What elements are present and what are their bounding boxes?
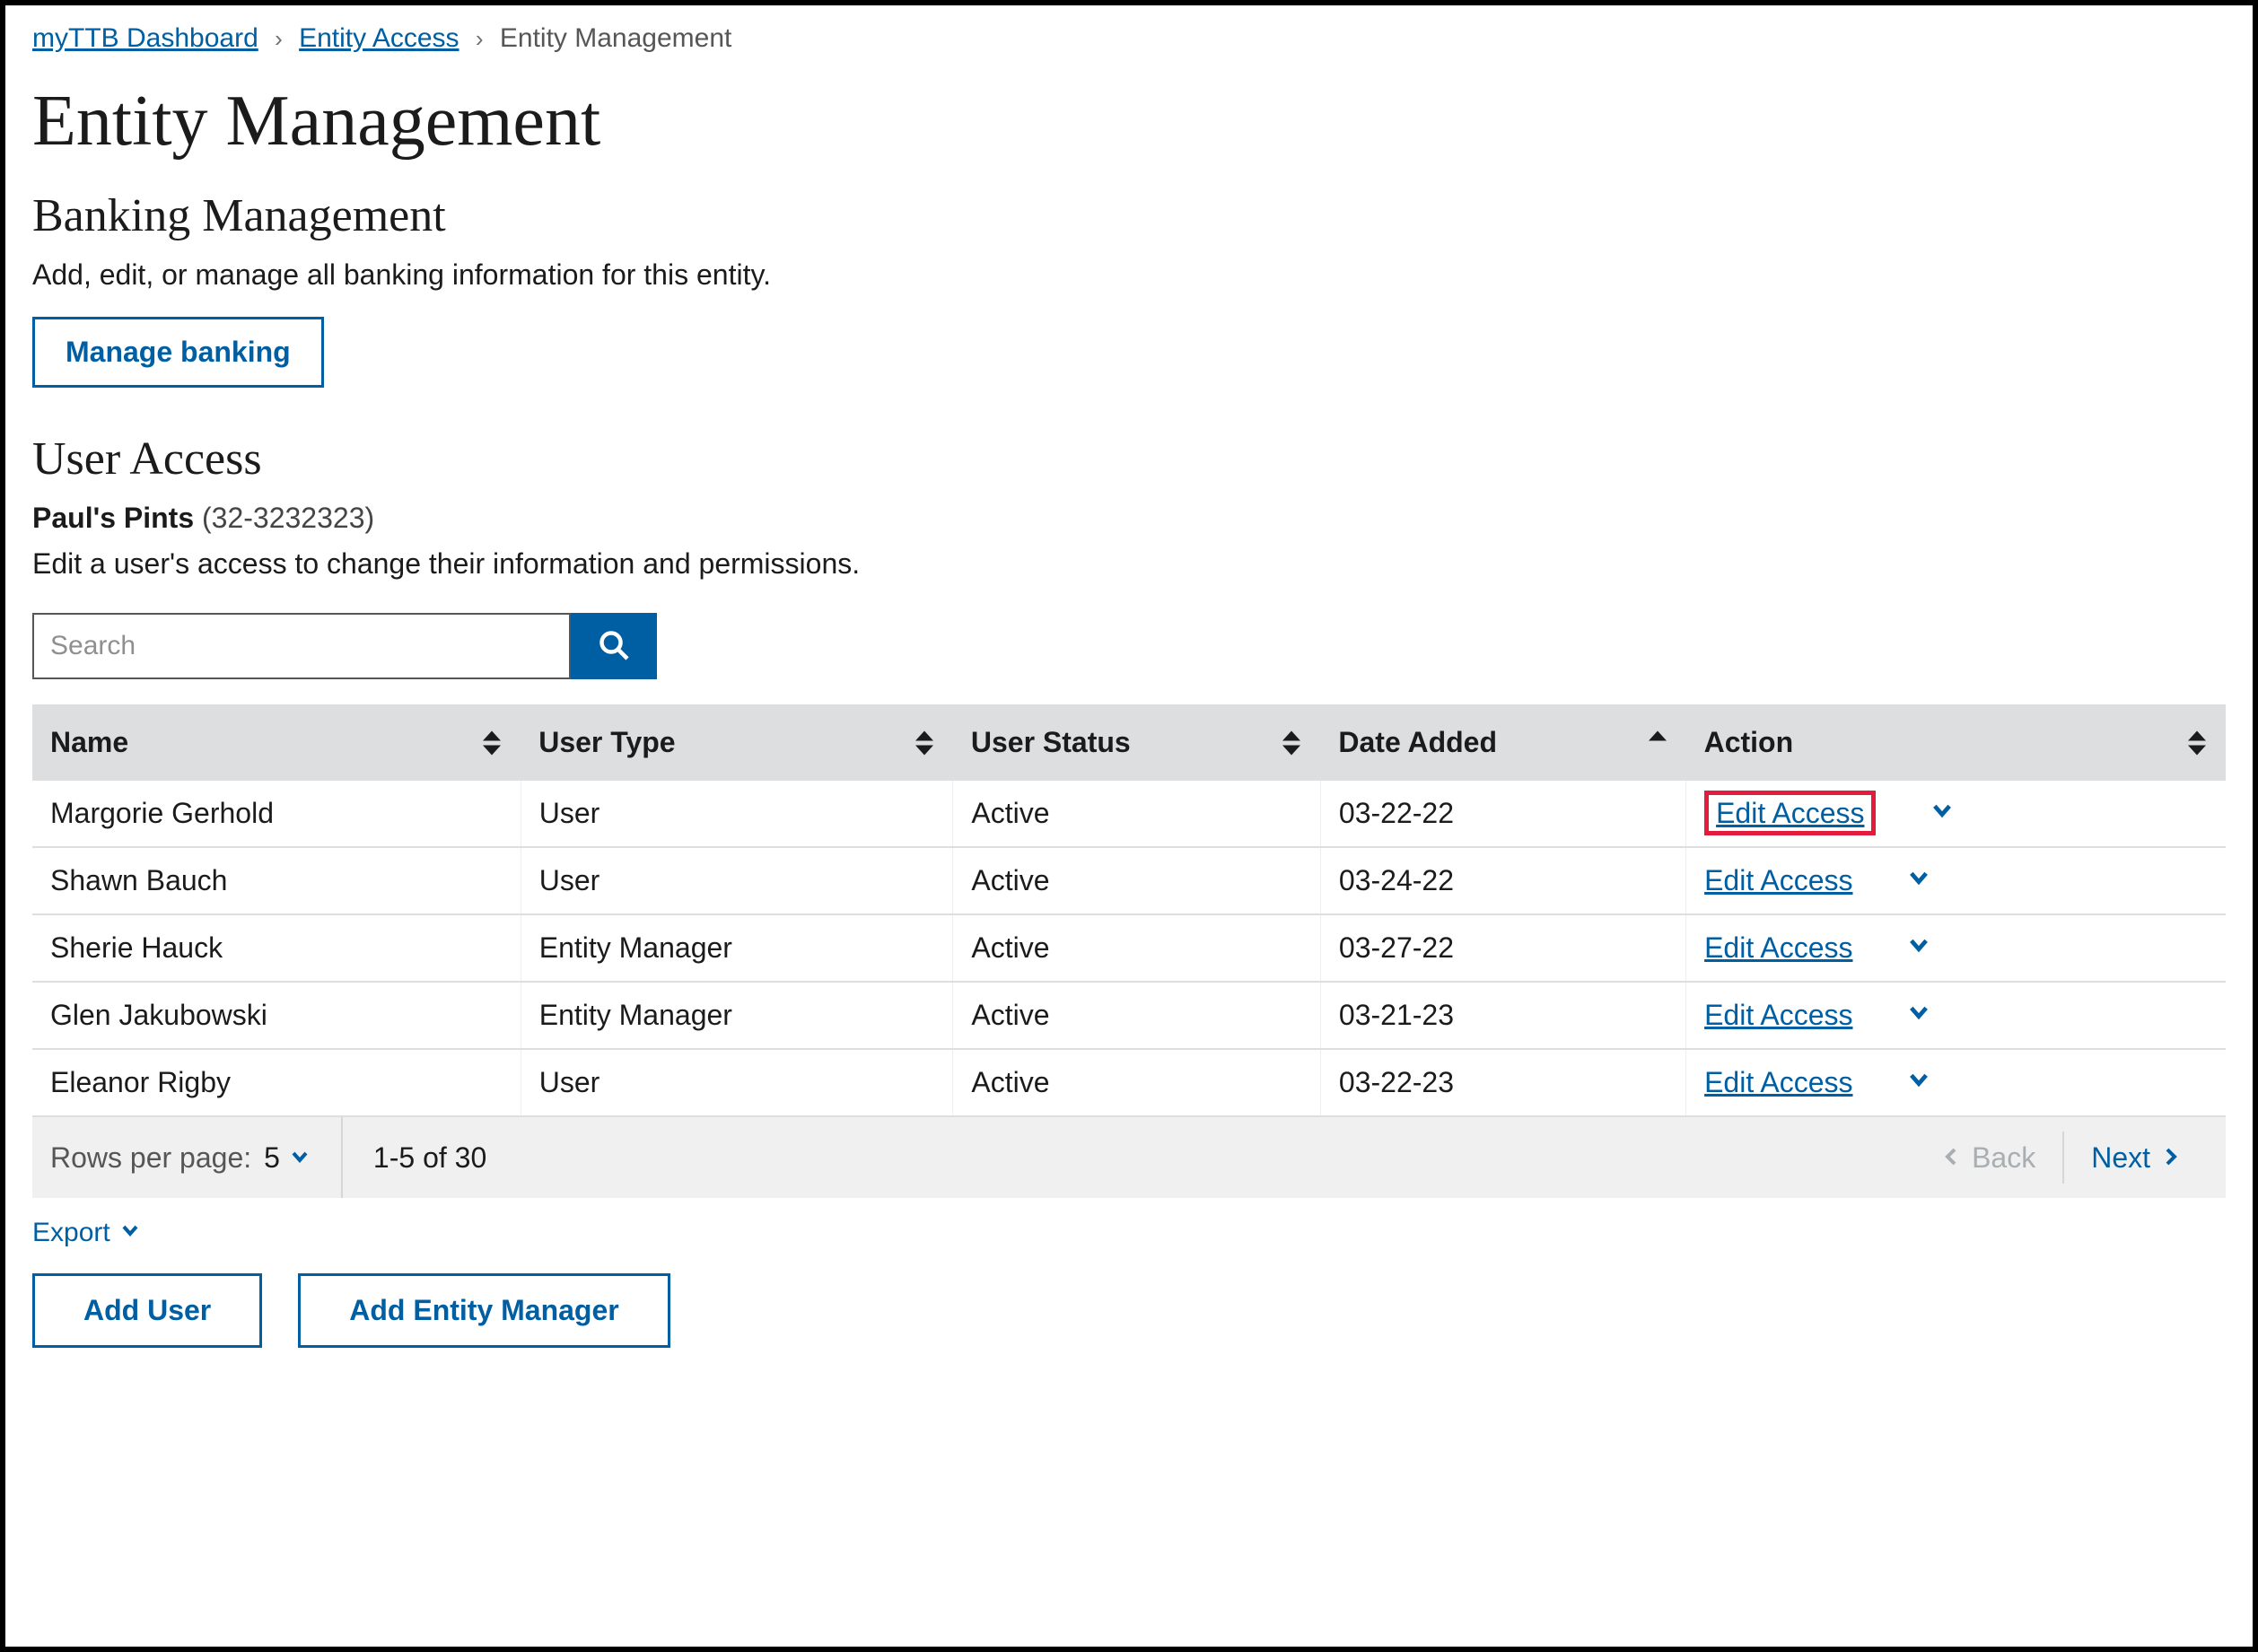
chevron-down-icon: [110, 1218, 141, 1248]
col-header-label: Action: [1704, 726, 1794, 758]
banking-section-title: Banking Management: [32, 189, 2226, 242]
entity-name: Paul's Pints: [32, 502, 194, 534]
entity-id: (32-3232323): [202, 502, 374, 534]
edit-access-link[interactable]: Edit Access: [1704, 999, 1852, 1031]
cell-action: Edit Access: [1686, 1049, 2226, 1116]
cell-name: Shawn Bauch: [32, 847, 521, 914]
rows-per-page-label: Rows per page:: [50, 1141, 251, 1175]
col-header-name[interactable]: Name: [32, 704, 521, 781]
export-label: Export: [32, 1218, 110, 1248]
cell-name: Sherie Hauck: [32, 914, 521, 982]
pagination-next-label: Next: [2091, 1141, 2150, 1175]
row-expand-toggle[interactable]: [1906, 999, 1931, 1032]
edit-access-link[interactable]: Edit Access: [1704, 864, 1852, 896]
cell-user-status: Active: [953, 914, 1321, 982]
col-header-label: Name: [50, 726, 128, 758]
chevron-down-icon: [1906, 864, 1931, 896]
user-access-title: User Access: [32, 433, 2226, 485]
col-header-action[interactable]: Action: [1686, 704, 2226, 781]
cell-user-type: User: [521, 781, 953, 847]
table-row: Glen JakubowskiEntity ManagerActive03-21…: [32, 982, 2226, 1049]
cell-name: Margorie Gerhold: [32, 781, 521, 847]
cell-user-type: User: [521, 847, 953, 914]
user-access-table: Name User Type User Status Date Added Ac…: [32, 704, 2226, 1117]
cell-user-type: User: [521, 1049, 953, 1116]
cell-user-status: Active: [953, 982, 1321, 1049]
edit-access-link[interactable]: Edit Access: [1704, 1066, 1852, 1098]
col-header-user-type[interactable]: User Type: [521, 704, 953, 781]
chevron-right-icon: ›: [275, 25, 283, 52]
banking-section-description: Add, edit, or manage all banking informa…: [32, 258, 2226, 292]
pagination-range: 1-5 of 30: [343, 1141, 486, 1175]
cell-date-added: 03-22-22: [1320, 781, 1685, 847]
cell-user-type: Entity Manager: [521, 914, 953, 982]
chevron-down-icon: [1930, 797, 1955, 829]
pagination-back-label: Back: [1972, 1141, 2035, 1175]
chevron-down-icon: [289, 1141, 311, 1175]
col-header-label: User Status: [971, 726, 1131, 758]
col-header-user-status[interactable]: User Status: [953, 704, 1321, 781]
col-header-label: User Type: [538, 726, 675, 758]
row-expand-toggle[interactable]: [1930, 797, 1955, 830]
chevron-left-icon: [1941, 1141, 1963, 1175]
add-user-button[interactable]: Add User: [32, 1273, 262, 1348]
cell-user-status: Active: [953, 847, 1321, 914]
cell-date-added: 03-21-23: [1320, 982, 1685, 1049]
breadcrumb-current: Entity Management: [500, 23, 731, 53]
cell-date-added: 03-27-22: [1320, 914, 1685, 982]
rows-per-page-value: 5: [264, 1141, 280, 1175]
user-access-description: Edit a user's access to change their inf…: [32, 547, 2226, 581]
table-footer: Rows per page: 5 1-5 of 30 Back Next: [32, 1117, 2226, 1198]
cell-name: Eleanor Rigby: [32, 1049, 521, 1116]
pagination-next-button[interactable]: Next: [2064, 1117, 2208, 1198]
edit-access-link[interactable]: Edit Access: [1704, 931, 1852, 964]
cell-user-status: Active: [953, 1049, 1321, 1116]
sort-asc-icon: [1649, 730, 1667, 755]
export-button[interactable]: Export: [32, 1218, 141, 1248]
sort-icon: [2188, 730, 2206, 755]
chevron-down-icon: [1906, 1066, 1931, 1098]
row-expand-toggle[interactable]: [1906, 1066, 1931, 1099]
col-header-date-added[interactable]: Date Added: [1320, 704, 1685, 781]
cell-user-type: Entity Manager: [521, 982, 953, 1049]
sort-icon: [483, 730, 501, 755]
edit-access-link[interactable]: Edit Access: [1704, 791, 1876, 835]
table-row: Eleanor RigbyUserActive03-22-23 Edit Acce…: [32, 1049, 2226, 1116]
entity-identity: Paul's Pints (32-3232323): [32, 502, 2226, 535]
breadcrumb: myTTB Dashboard › Entity Access › Entity…: [32, 23, 2226, 54]
table-row: Sherie HauckEntity ManagerActive03-27-22…: [32, 914, 2226, 982]
pagination-back-button[interactable]: Back: [1914, 1117, 2062, 1198]
cell-action: Edit Access: [1686, 982, 2226, 1049]
breadcrumb-link-entity-access[interactable]: Entity Access: [299, 23, 459, 53]
rows-per-page-selector[interactable]: Rows per page: 5: [50, 1117, 343, 1198]
search-input[interactable]: [32, 613, 571, 679]
cell-name: Glen Jakubowski: [32, 982, 521, 1049]
page-title: Entity Management: [32, 81, 2226, 162]
table-row: Shawn BauchUserActive03-24-22 Edit Access: [32, 847, 2226, 914]
cell-date-added: 03-22-23: [1320, 1049, 1685, 1116]
row-expand-toggle[interactable]: [1906, 931, 1931, 965]
cell-date-added: 03-24-22: [1320, 847, 1685, 914]
chevron-right-icon: [2159, 1141, 2181, 1175]
sort-icon: [1282, 730, 1300, 755]
cell-action: Edit Access: [1686, 914, 2226, 982]
cell-action: Edit Access: [1686, 847, 2226, 914]
row-expand-toggle[interactable]: [1906, 864, 1931, 897]
chevron-down-icon: [1906, 999, 1931, 1031]
col-header-label: Date Added: [1338, 726, 1497, 758]
search-icon: [598, 629, 630, 664]
chevron-down-icon: [1906, 931, 1931, 964]
chevron-right-icon: ›: [476, 25, 484, 52]
manage-banking-button[interactable]: Manage banking: [32, 317, 324, 388]
sort-icon: [915, 730, 933, 755]
cell-action: Edit Access: [1686, 781, 2226, 847]
cell-user-status: Active: [953, 781, 1321, 847]
breadcrumb-link-dashboard[interactable]: myTTB Dashboard: [32, 23, 258, 53]
add-entity-manager-button[interactable]: Add Entity Manager: [298, 1273, 670, 1348]
search-button[interactable]: [571, 613, 657, 679]
table-row: Margorie GerholdUserActive03-22-22 Edit A…: [32, 781, 2226, 847]
